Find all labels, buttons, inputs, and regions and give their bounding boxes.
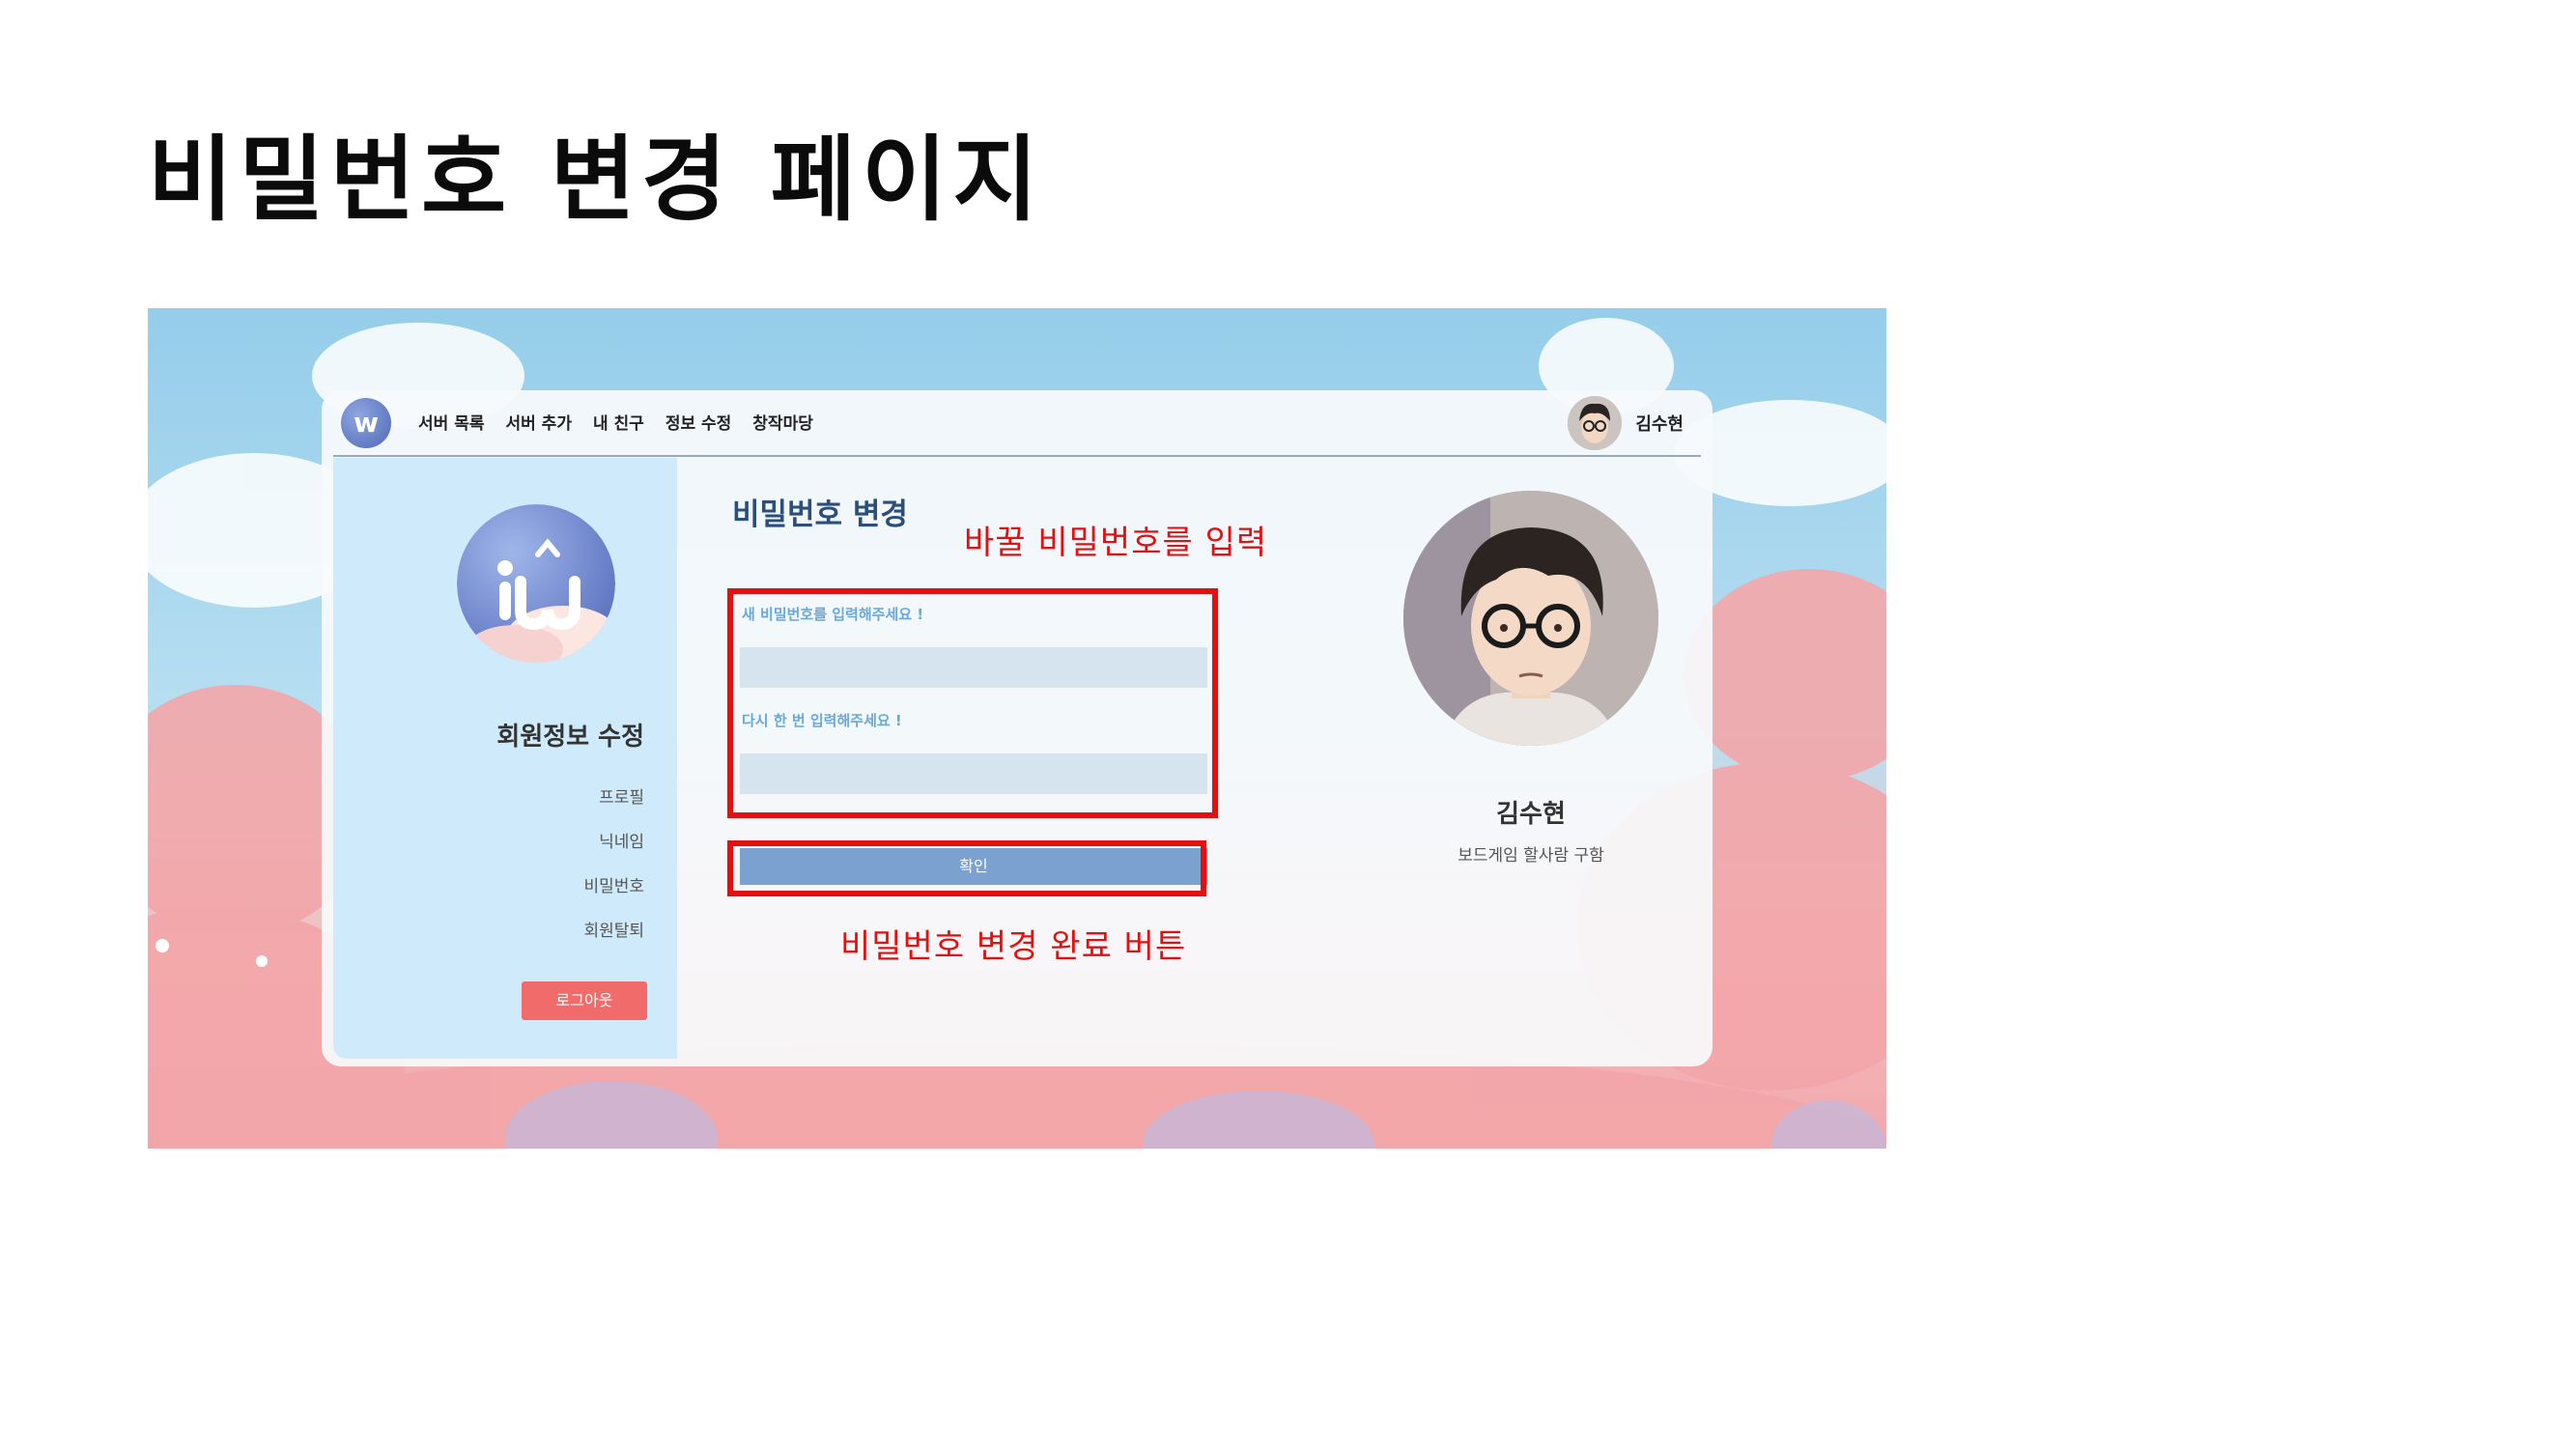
nav-user-name[interactable]: 김수현 [1635, 411, 1684, 436]
button-annotation: 비밀번호 변경 완료 버튼 [840, 927, 1187, 966]
password-fields-highlight [727, 588, 1218, 818]
nav-item-edit-info[interactable]: 정보 수정 [665, 410, 731, 434]
logout-button[interactable]: 로그아웃 [522, 981, 647, 1020]
top-nav: w 서버 목록 서버 추가 내 친구 정보 수정 창작마당 김수현 [322, 390, 1713, 457]
nav-item-my-friends[interactable]: 내 친구 [593, 410, 644, 434]
user-avatar-icon[interactable] [1568, 396, 1623, 450]
input-annotation: 바꿀 비밀번호를 입력 [964, 524, 1268, 562]
nav-item-workshop[interactable]: 창작마당 [752, 410, 813, 434]
sidebar-title: 회원정보 수정 [496, 723, 644, 752]
nav-user[interactable]: 김수현 [1568, 396, 1684, 450]
nav-item-server-list[interactable]: 서버 목록 [418, 410, 484, 434]
sidebar-item-withdraw[interactable]: 회원탈퇴 [583, 917, 644, 941]
app-logo-large [457, 504, 615, 663]
form-title: 비밀번호 변경 [732, 497, 908, 532]
sidebar-item-nickname[interactable]: 닉네임 [599, 828, 644, 852]
app-window: w 서버 목록 서버 추가 내 친구 정보 수정 창작마당 김수현 회원정보 수… [322, 390, 1713, 1066]
nav-item-add-server[interactable]: 서버 추가 [505, 410, 571, 434]
sidebar-item-password[interactable]: 비밀번호 [583, 872, 644, 896]
sidebar: 회원정보 수정 프로필 닉네임 비밀번호 회원탈퇴 로그아웃 [333, 458, 677, 1059]
profile-photo [1403, 491, 1658, 746]
app-logo[interactable]: w [341, 398, 391, 448]
slide-title: 비밀번호 변경 페이지 [148, 126, 1044, 234]
nav-divider [333, 455, 1701, 457]
app-screenshot: w 서버 목록 서버 추가 내 친구 정보 수정 창작마당 김수현 회원정보 수… [148, 308, 1886, 1149]
profile-name: 김수현 [1496, 800, 1566, 829]
profile-status: 보드게임 할사람 구함 [1458, 846, 1604, 866]
sidebar-item-profile[interactable]: 프로필 [599, 783, 644, 808]
confirm-button-highlight [727, 840, 1206, 896]
nav-menu: 서버 목록 서버 추가 내 친구 정보 수정 창작마당 [418, 410, 813, 434]
